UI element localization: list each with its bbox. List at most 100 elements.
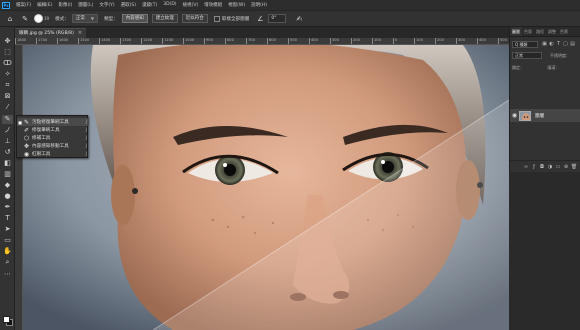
ruler-tick: 900: [204, 38, 213, 44]
tab-channels[interactable]: 色版: [522, 27, 534, 36]
ruler-tick: 1700: [36, 38, 47, 44]
eyedropper-tool-icon[interactable]: ⁄: [2, 103, 13, 112]
tab-layers[interactable]: 圖層: [510, 27, 522, 36]
brush-tool-icon[interactable]: ✎: [20, 14, 30, 24]
eraser-tool-icon[interactable]: ◧: [2, 159, 13, 168]
ruler-tick: 400: [477, 38, 486, 44]
blend-mode-select[interactable]: 正常: [512, 52, 542, 59]
create-texture-button[interactable]: 建立紋理: [151, 14, 178, 23]
lasso-tool-icon[interactable]: ↀ: [2, 59, 13, 68]
adjustment-layer-icon[interactable]: ◑: [546, 164, 554, 170]
clone-stamp-tool-icon[interactable]: ⊥: [2, 137, 13, 146]
content-aware-button[interactable]: 內容感知: [121, 14, 148, 23]
trash-icon[interactable]: 🗑: [570, 164, 578, 170]
menu-plugins[interactable]: 增效模組: [204, 2, 222, 8]
mode-select[interactable]: 正常 ▼: [71, 14, 98, 23]
foreground-color-swatch[interactable]: [3, 316, 10, 323]
menu-3d[interactable]: 3D(D): [163, 2, 176, 8]
move-tool-icon[interactable]: ✥: [2, 37, 13, 46]
healing-brush-icon: ✐: [23, 126, 30, 134]
crop-tool-icon[interactable]: ⌗: [2, 81, 13, 90]
close-icon[interactable]: ×: [78, 29, 82, 38]
menu-window[interactable]: 視窗(W): [228, 2, 245, 8]
panel-tabs: 圖層 色版 路徑 調整 色票: [510, 27, 580, 37]
menu-help[interactable]: 說明(H): [251, 2, 267, 8]
type-filter-icon[interactable]: T: [555, 41, 562, 47]
zoom-tool-icon[interactable]: ⌕: [2, 258, 13, 267]
home-icon[interactable]: ⌂: [5, 14, 15, 24]
chevron-down-icon: ▼: [90, 16, 94, 21]
layer-name: 圖層: [535, 113, 545, 119]
layer-filter-row: Q 種類 ▣ ◐ T ▢ ▤: [512, 40, 578, 48]
horizontal-ruler: 1800 1700 1600 1500 1400 1300 1200 1100 1000 900 8…: [15, 38, 509, 45]
healing-tools-flyout: ■ ✎ 污點修復筆刷工具 J ✐ 修復筆刷工具 J ⬡ 修補工具 J ✥ 內容感…: [16, 115, 89, 158]
ruler-tick: 100: [414, 38, 423, 44]
hand-tool-icon[interactable]: ✋: [2, 247, 13, 256]
shape-filter-icon[interactable]: ▢: [562, 41, 569, 47]
proximity-match-button[interactable]: 近似符合: [181, 14, 208, 23]
dodge-tool-icon[interactable]: ●: [2, 192, 13, 201]
flyout-item-content-aware-move[interactable]: ✥ 內容感知移動工具 J: [17, 142, 89, 150]
ruler-tick: 1200: [141, 38, 152, 44]
frame-tool-icon[interactable]: ⊠: [2, 92, 13, 101]
layer-filter-select[interactable]: Q 種類: [512, 40, 538, 48]
history-brush-tool-icon[interactable]: ↺: [2, 148, 13, 157]
blur-tool-icon[interactable]: ◆: [2, 181, 13, 190]
adjust-filter-icon[interactable]: ◐: [548, 41, 555, 47]
gradient-tool-icon[interactable]: ▥: [2, 170, 13, 179]
pixel-filter-icon[interactable]: ▣: [541, 41, 548, 47]
pressure-size-icon[interactable]: ✍: [294, 14, 304, 24]
marquee-tool-icon[interactable]: ⬚: [2, 48, 13, 57]
quick-select-tool-icon[interactable]: ✧: [2, 70, 13, 79]
menu-image[interactable]: 影像(I): [58, 2, 72, 8]
menu-edit[interactable]: 編輯(E): [37, 2, 52, 8]
eye-icon[interactable]: ◉: [510, 112, 519, 119]
ruler-tick: 1000: [183, 38, 194, 44]
menu-file[interactable]: 檔案(F): [16, 2, 31, 8]
mask-icon[interactable]: ◘: [538, 164, 546, 170]
healing-tool-icon[interactable]: ✎: [2, 115, 13, 124]
brush-tool-icon[interactable]: ノ: [2, 126, 13, 135]
flyout-label: 修復筆刷工具: [32, 128, 60, 133]
pen-tool-icon[interactable]: ✒: [2, 203, 13, 212]
group-folder-icon[interactable]: ▭: [554, 164, 562, 170]
sample-all-layers-checkbox[interactable]: [213, 15, 220, 22]
menu-view[interactable]: 檢視(V): [183, 2, 199, 8]
flyout-item-healing-brush[interactable]: ✐ 修復筆刷工具 J: [17, 126, 89, 134]
ruler-tick: 500: [288, 38, 297, 44]
menu-filter[interactable]: 濾鏡(T): [142, 2, 157, 8]
smart-filter-icon[interactable]: ▤: [569, 41, 576, 47]
ruler-tick: 1300: [120, 38, 131, 44]
brush-preset-picker[interactable]: [34, 14, 43, 23]
tab-adjustments[interactable]: 調整: [546, 27, 558, 36]
angle-input[interactable]: 0°: [268, 14, 287, 23]
menu-bar: Ps 檔案(F) 編輯(E) 影像(I) 圖層(L) 文字(Y) 選取(S) 濾…: [0, 0, 580, 10]
link-icon[interactable]: ∞: [522, 164, 530, 170]
fx-icon[interactable]: ƒ: [530, 164, 538, 170]
new-layer-icon[interactable]: ⊕: [562, 164, 570, 170]
tab-paths[interactable]: 路徑: [534, 27, 546, 36]
menu-layer[interactable]: 圖層(L): [78, 2, 93, 8]
empty-panel-area: [509, 172, 580, 330]
tab-swatches[interactable]: 色票: [558, 27, 570, 36]
image-canvas[interactable]: [23, 45, 509, 330]
menu-type[interactable]: 文字(Y): [99, 2, 114, 8]
layer-row[interactable]: ◉ 圖層: [510, 109, 580, 122]
flyout-item-patch[interactable]: ⬡ 修補工具 J: [17, 134, 89, 142]
type-label: 類型：: [103, 16, 118, 22]
options-bar: ⌂ ✎ 19 模式： 正常 ▼ 類型： 內容感知 建立紋理 近似符合 取樣全部圖層…: [0, 10, 580, 27]
rectangle-tool-icon[interactable]: ▭: [2, 236, 13, 245]
portrait-photo: [23, 45, 509, 330]
type-tool-icon[interactable]: T: [2, 214, 13, 223]
flyout-label: 內容感知移動工具: [32, 144, 69, 149]
ruler-tick: 500: [498, 38, 507, 44]
flyout-shortcut: J: [85, 135, 87, 141]
menu-select[interactable]: 選取(S): [121, 2, 136, 8]
flyout-item-spot-healing[interactable]: ■ ✎ 污點修復筆刷工具 J: [17, 118, 89, 126]
ruler-tick: 1400: [99, 38, 110, 44]
document-tab[interactable]: 眼睛.jpg @ 25% (RGB/8) ×: [15, 28, 87, 38]
tools-panel: ✥ ⬚ ↀ ✧ ⌗ ⊠ ⁄ ✎ ノ ⊥ ↺ ◧ ▥ ◆ ● ✒ T ➤ ▭ ✋ …: [0, 27, 15, 330]
path-select-tool-icon[interactable]: ➤: [2, 225, 13, 234]
more-tools-icon[interactable]: ⋯: [2, 270, 13, 279]
flyout-item-red-eye[interactable]: ◉ 紅眼工具 J: [17, 150, 89, 158]
